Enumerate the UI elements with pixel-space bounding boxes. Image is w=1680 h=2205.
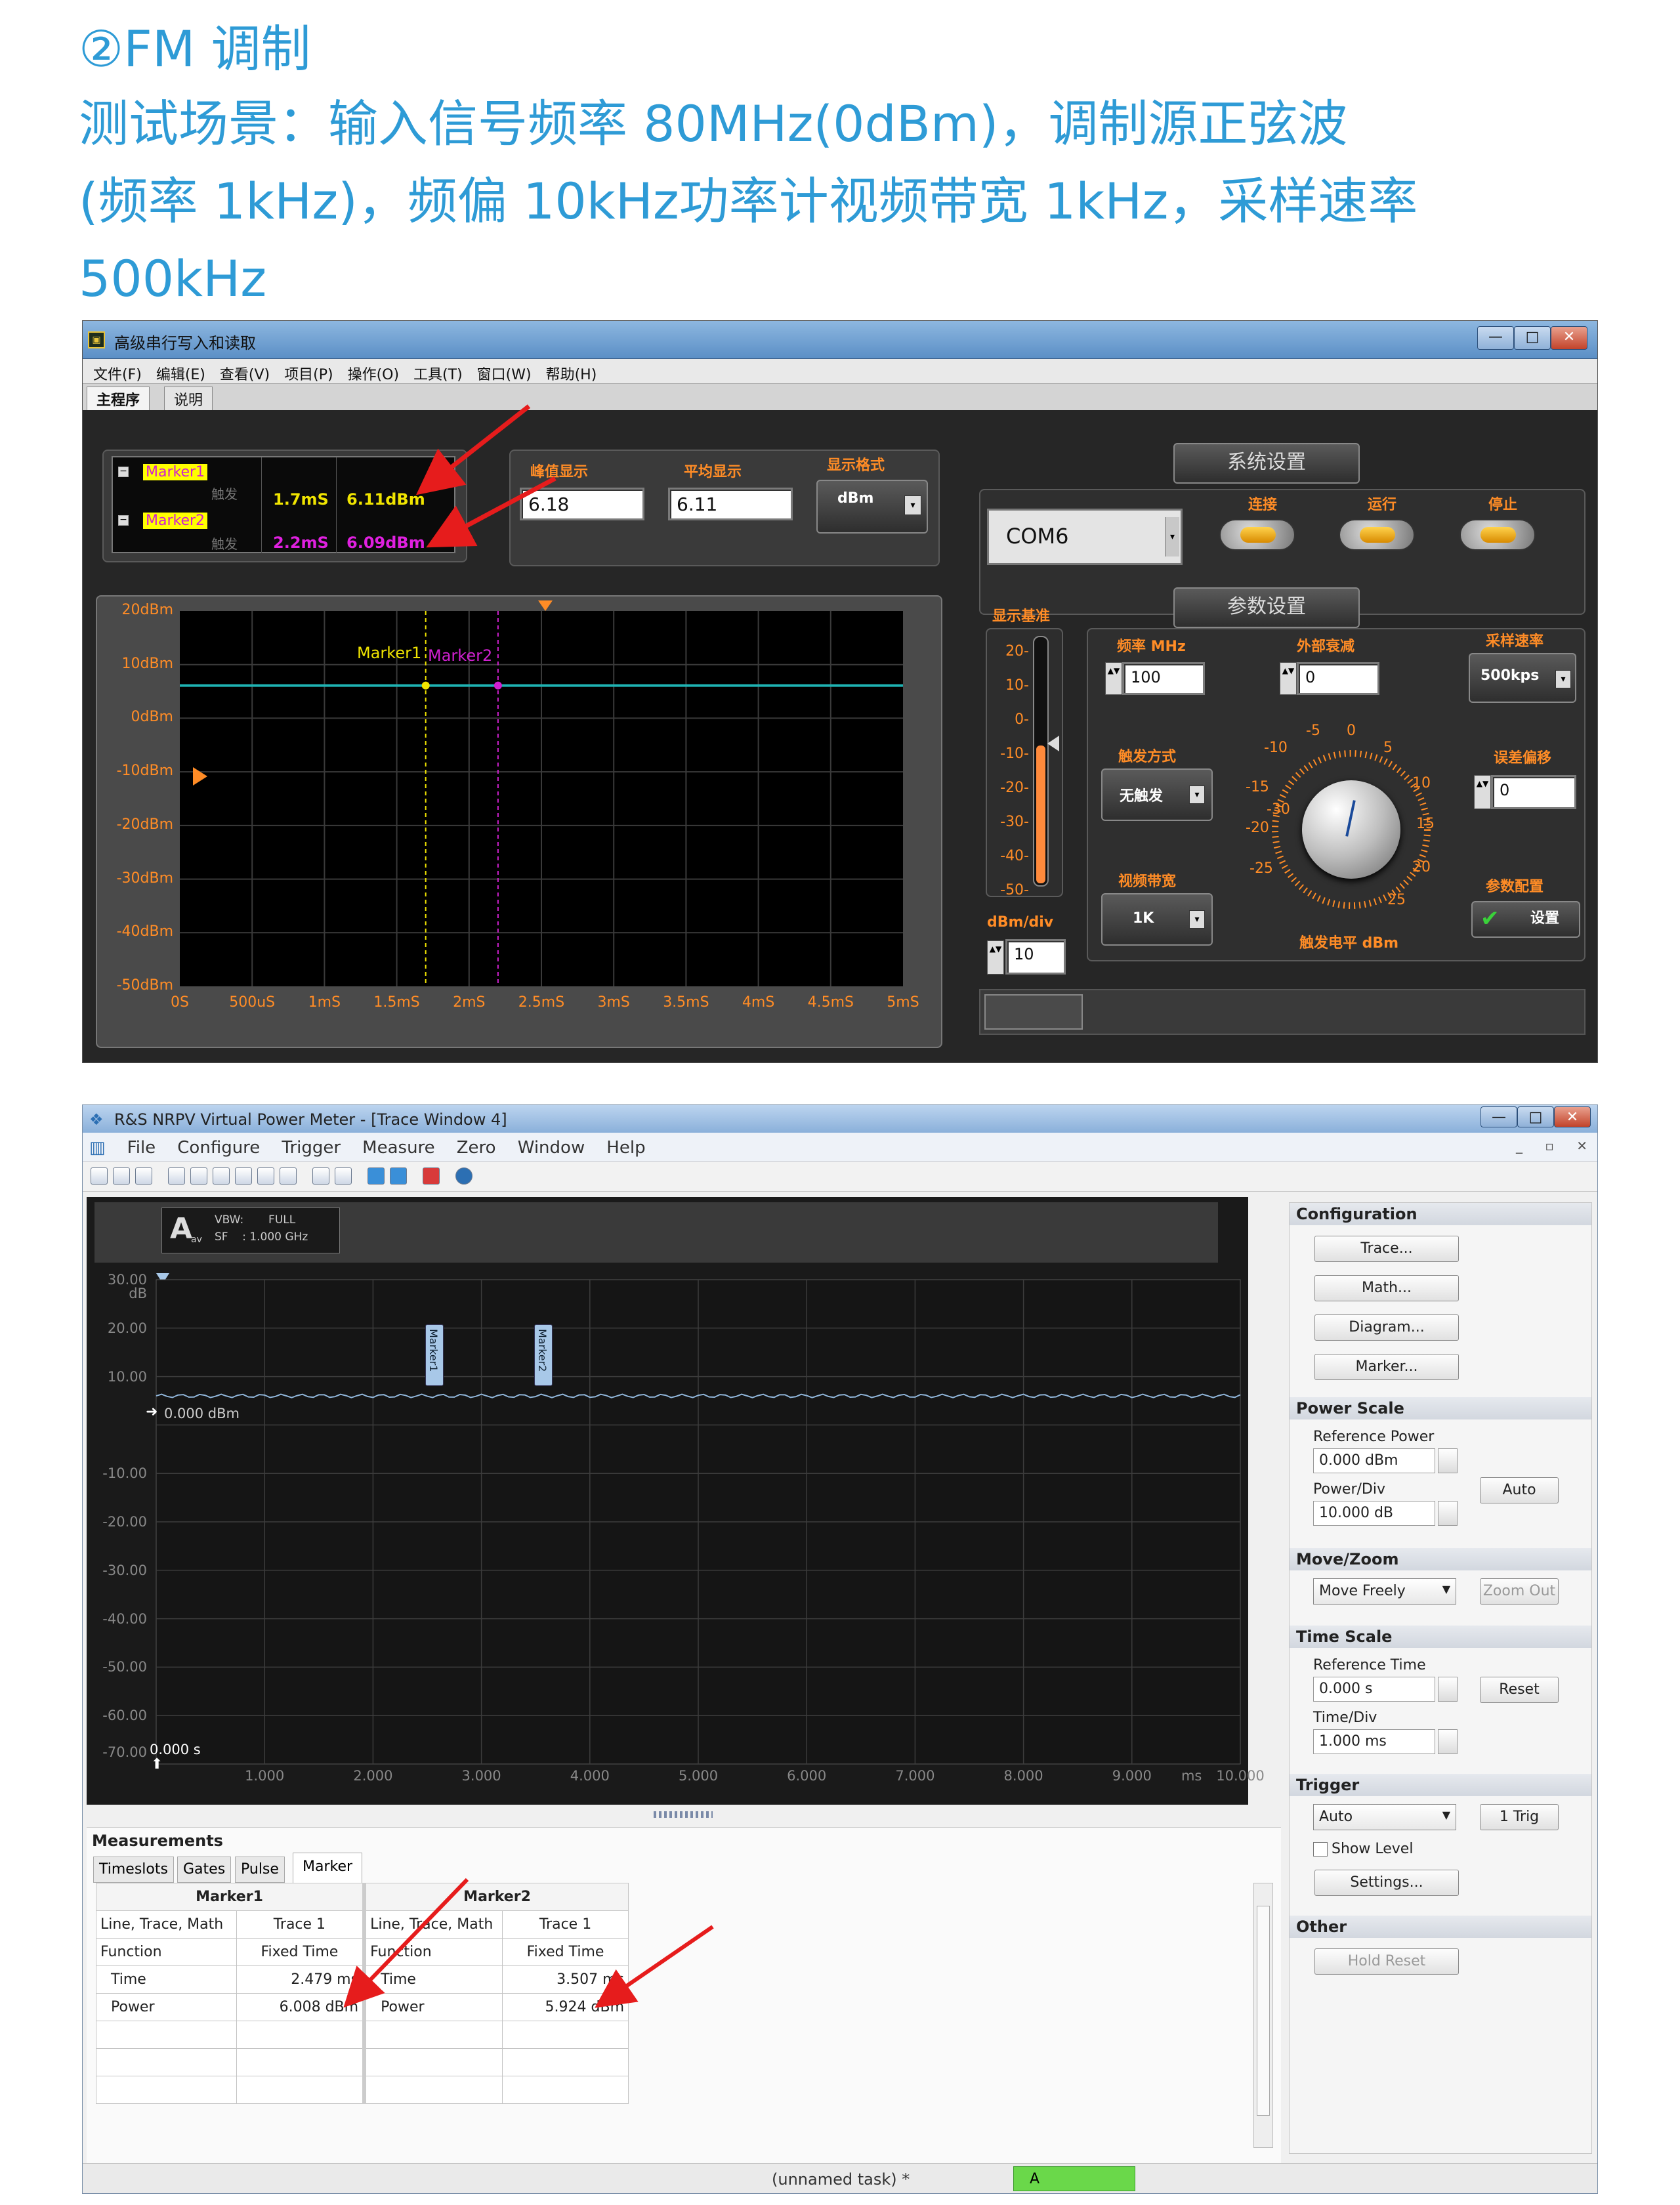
header-text: ②FM 调制 测试场景：输入信号频率 80MHz(0dBm)，调制源正弦波 (频… bbox=[79, 13, 1614, 318]
red-arrow-icon bbox=[415, 404, 531, 495]
annotation-arrows bbox=[415, 404, 556, 548]
scenario-line-3: 500kHz bbox=[79, 249, 267, 308]
labview-window: ▣ 高级串行写入和读取 — □ ✕ 文件(F) 编辑(E) 查看(V) 项目(P) 操作… bbox=[82, 320, 1598, 1063]
annotation-arrows bbox=[343, 1878, 714, 2008]
scenario-line-2: (频率 1kHz)，频偏 10kHz功率计视频带宽 1kHz，采样速率 bbox=[79, 172, 1418, 230]
red-arrow-icon bbox=[426, 476, 556, 548]
rs-window: ❖ R&S NRPV Virtual Power Meter - [Trace … bbox=[82, 1104, 1598, 2194]
scenario-line-1: 测试场景：输入信号频率 80MHz(0dBm)，调制源正弦波 bbox=[79, 94, 1348, 153]
section-title: ②FM 调制 bbox=[79, 20, 311, 78]
red-arrow-icon bbox=[343, 1878, 469, 2008]
red-arrow-icon bbox=[595, 1925, 714, 2008]
